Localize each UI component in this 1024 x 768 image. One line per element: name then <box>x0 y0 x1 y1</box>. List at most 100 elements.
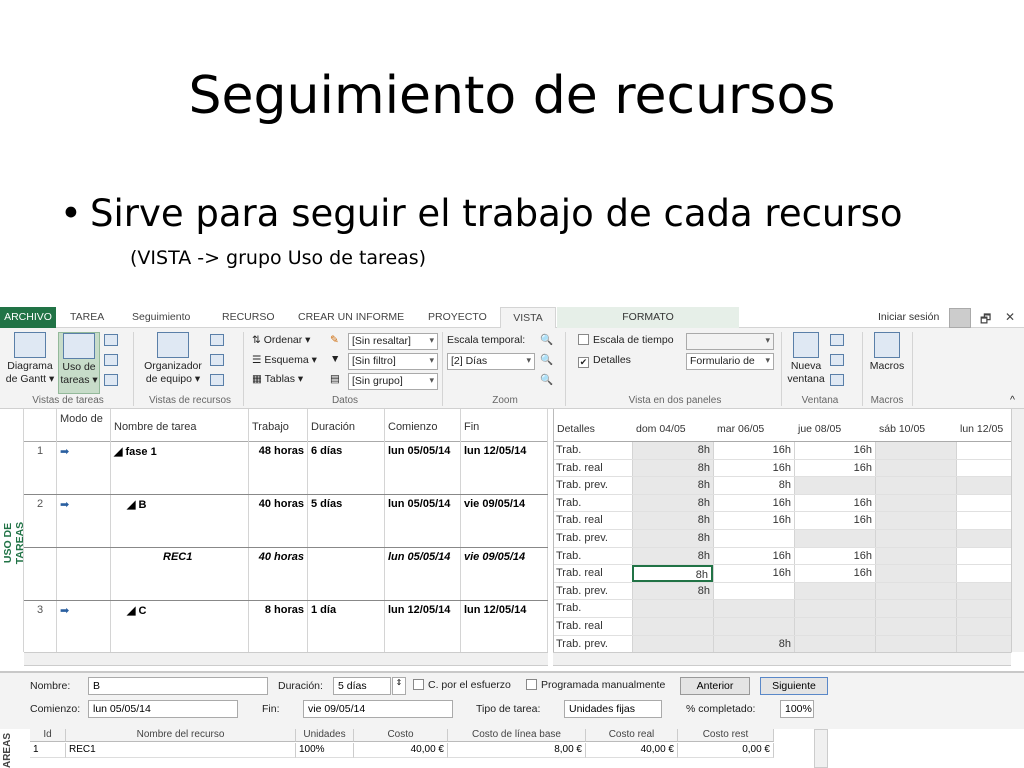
work-cell[interactable] <box>875 600 956 617</box>
work-cell[interactable]: 16h <box>794 512 875 529</box>
tab-formato[interactable]: FORMATO <box>557 307 739 328</box>
table-row[interactable]: REC1 40 horas lun 05/05/14 vie 09/05/14 <box>24 548 548 601</box>
work-cell[interactable] <box>875 477 956 494</box>
work-cell[interactable] <box>632 635 713 653</box>
timephased-row[interactable]: Trab. real 8h 16h 16h <box>554 565 1012 583</box>
timephased-row[interactable]: Trab. prev. 8h <box>554 530 1012 548</box>
next-button[interactable]: Siguiente <box>760 677 828 695</box>
zoom-icon[interactable]: 🔍 <box>540 333 553 346</box>
work-cell[interactable] <box>875 494 956 512</box>
zoom-out-icon[interactable]: 🔍 <box>540 353 553 366</box>
hide-icon[interactable] <box>830 354 844 366</box>
work-cell[interactable] <box>875 442 956 459</box>
work-cell[interactable]: 8h <box>713 477 794 494</box>
group-select[interactable]: [Sin grupo] <box>348 373 438 390</box>
work-cell[interactable]: 8h <box>632 477 713 494</box>
cell-baseline-cost[interactable]: 8,00 € <box>448 743 586 758</box>
highlight-select[interactable]: [Sin resaltar] <box>348 333 438 350</box>
work-cell[interactable] <box>713 618 794 635</box>
work-cell[interactable] <box>956 635 1012 653</box>
signin-link[interactable]: Iniciar sesión <box>878 311 939 323</box>
work-cell[interactable] <box>794 618 875 635</box>
timephased-row[interactable]: Trab. prev. 8h <box>554 582 1012 601</box>
header-name[interactable]: Nombre de tarea <box>111 409 249 442</box>
timephased-row[interactable]: Trab. prev. 8h <box>554 635 1012 654</box>
sort-button[interactable]: ⇅ Ordenar ▾ <box>252 334 310 346</box>
work-cell[interactable] <box>956 547 1012 565</box>
cell-id[interactable]: 1 <box>30 743 66 758</box>
timephased-row[interactable]: Trab. 8h 16h 16h <box>554 442 1012 460</box>
work-cell[interactable]: 8h <box>632 582 713 600</box>
timephased-row[interactable]: Trab. 8h 16h 16h <box>554 547 1012 566</box>
tab-crear-informe[interactable]: CREAR UN INFORME <box>298 311 404 323</box>
work-cell[interactable] <box>956 512 1012 529</box>
work-cell[interactable]: 16h <box>713 547 794 565</box>
work-cell[interactable]: 16h <box>794 547 875 565</box>
gantt-chart-button[interactable]: Diagrama de Gantt ▾ <box>4 332 56 386</box>
timephased-row[interactable]: Trab. real 8h 16h 16h <box>554 512 1012 530</box>
work-cell[interactable]: 16h <box>713 512 794 529</box>
previous-button[interactable]: Anterior <box>680 677 750 695</box>
work-cell[interactable] <box>956 477 1012 494</box>
work-cell[interactable] <box>956 582 1012 600</box>
work-cell[interactable] <box>875 530 956 547</box>
finish-field[interactable]: vie 09/05/14 <box>303 700 453 718</box>
details-select[interactable]: Formulario de <box>686 353 774 370</box>
header-work[interactable]: Trabajo <box>249 409 308 442</box>
work-cell[interactable] <box>875 582 956 600</box>
cell-actual-cost[interactable]: 40,00 € <box>586 743 678 758</box>
timephased-row[interactable]: Trab. 8h 16h 16h <box>554 494 1012 513</box>
vertical-scrollbar[interactable] <box>1011 409 1024 652</box>
avatar[interactable] <box>949 308 971 328</box>
work-cell[interactable]: 16h <box>713 494 794 512</box>
timeline-checkbox[interactable]: Escala de tiempo <box>578 334 674 346</box>
filter-select[interactable]: [Sin filtro] <box>348 353 438 370</box>
tab-proyecto[interactable]: PROYECTO <box>428 311 487 323</box>
timephased-row[interactable]: Trab. real 8h 16h 16h <box>554 459 1012 478</box>
work-cell[interactable] <box>632 600 713 617</box>
view-icon[interactable] <box>104 354 118 366</box>
work-cell[interactable]: 8h <box>632 442 713 459</box>
work-cell[interactable] <box>713 582 794 600</box>
work-cell[interactable] <box>875 635 956 653</box>
work-cell[interactable]: 16h <box>713 459 794 477</box>
view-icon[interactable] <box>104 374 118 386</box>
new-window-button[interactable]: Nueva ventana <box>784 332 828 386</box>
work-cell[interactable]: 8h <box>713 635 794 653</box>
work-cell[interactable] <box>794 477 875 494</box>
switch-window-icon[interactable] <box>830 374 844 386</box>
work-cell[interactable] <box>875 547 956 565</box>
work-cell[interactable]: 8h <box>632 565 713 582</box>
work-cell[interactable] <box>713 530 794 547</box>
work-cell[interactable] <box>956 530 1012 547</box>
header-mode[interactable]: Modo de <box>57 409 111 442</box>
cell-resource[interactable]: REC1 <box>66 743 296 758</box>
timeline-select[interactable] <box>686 333 774 350</box>
view-icon[interactable] <box>210 334 224 346</box>
manual-schedule-checkbox[interactable]: Programada manualmente <box>526 679 665 691</box>
work-cell[interactable] <box>956 600 1012 617</box>
work-cell[interactable]: 16h <box>794 442 875 459</box>
work-cell[interactable]: 8h <box>632 512 713 529</box>
macros-button[interactable]: Macros <box>866 332 908 373</box>
work-cell[interactable]: 8h <box>632 547 713 565</box>
header-start[interactable]: Comienzo <box>385 409 461 442</box>
task-usage-button[interactable]: Uso de tareas ▾ <box>58 332 100 394</box>
work-cell[interactable] <box>875 565 956 582</box>
work-cell[interactable] <box>794 582 875 600</box>
work-cell[interactable]: 16h <box>794 459 875 477</box>
timephased-row[interactable]: Trab. <box>554 600 1012 618</box>
cell-units[interactable]: 100% <box>296 743 354 758</box>
start-field[interactable]: lun 05/05/14 <box>88 700 238 718</box>
name-field[interactable]: B <box>88 677 268 695</box>
work-cell[interactable] <box>956 442 1012 459</box>
view-icon[interactable] <box>104 334 118 346</box>
table-row[interactable]: 1 ➡ ◢ fase 1 48 horas 6 días lun 05/05/1… <box>24 442 548 495</box>
timephased-horizontal-scrollbar[interactable] <box>553 652 1011 666</box>
cell-remaining-cost[interactable]: 0,00 € <box>678 743 774 758</box>
arrange-icon[interactable] <box>830 334 844 346</box>
duration-field[interactable]: 5 días <box>333 677 391 695</box>
header-duration[interactable]: Duración <box>308 409 385 442</box>
timephased-row[interactable]: Trab. prev. 8h 8h <box>554 477 1012 495</box>
table-scrollbar[interactable] <box>814 729 828 768</box>
